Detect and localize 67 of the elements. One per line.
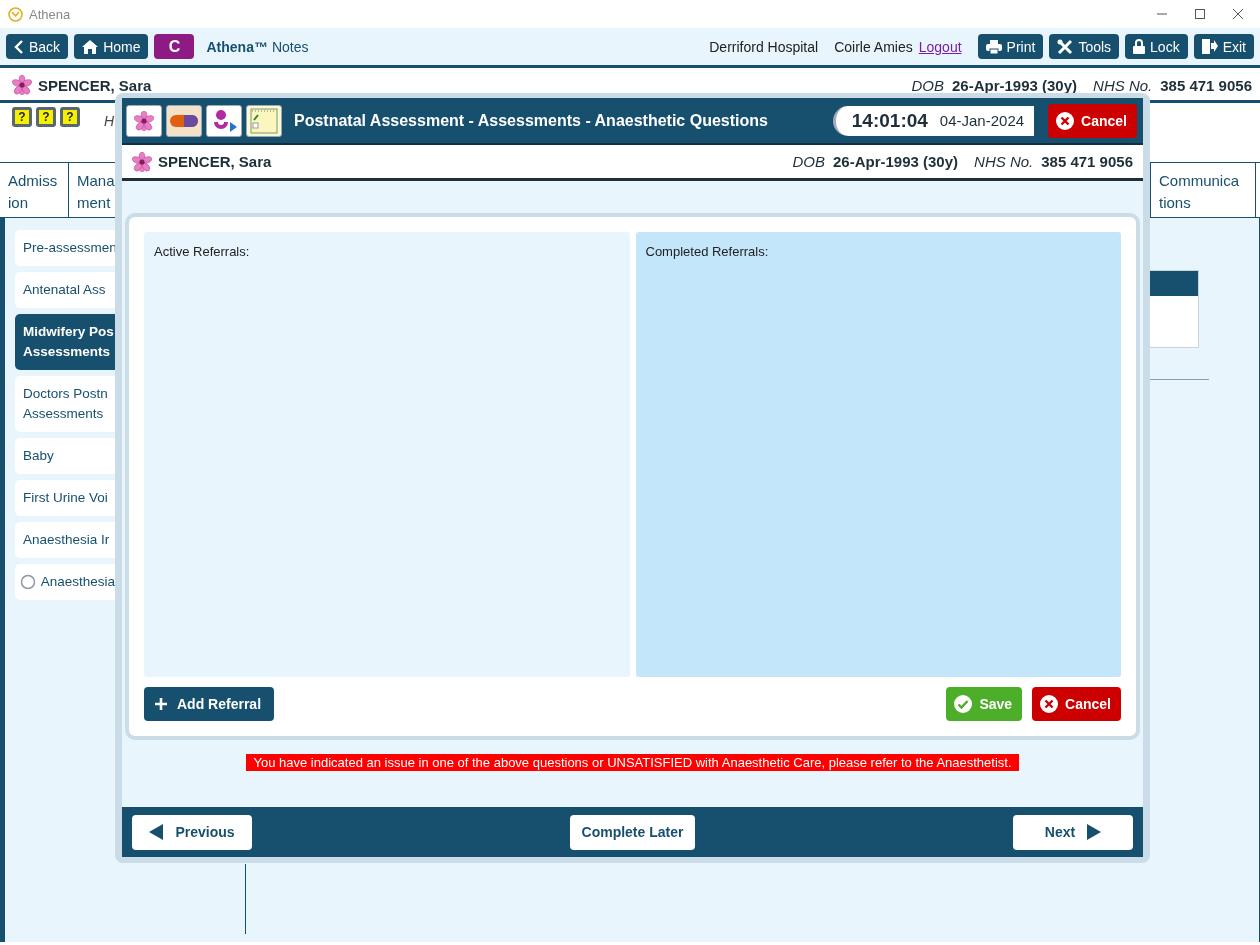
sidebar-item[interactable]: Midwifery Pos Assessments [15, 314, 115, 370]
tools-button[interactable]: Tools [1049, 34, 1120, 59]
triangle-right-icon [1087, 824, 1102, 840]
capsule-icon [170, 114, 198, 127]
time-text: 14:01:04 [851, 109, 928, 132]
lock-button[interactable]: Lock [1125, 34, 1188, 59]
close-circle-icon [1055, 110, 1076, 131]
cancel-button[interactable]: Cancel [1032, 687, 1121, 721]
exit-button[interactable]: Exit [1193, 34, 1254, 59]
notepad-icon [250, 107, 278, 134]
nhs-label: NHS No. [1093, 76, 1153, 94]
close-icon[interactable] [1232, 8, 1244, 20]
home-icon [82, 39, 99, 54]
user-name: Coirle Amies [834, 38, 913, 55]
next-button[interactable]: Next [1013, 814, 1133, 850]
app-suffix: Notes [271, 38, 309, 55]
exit-icon [1201, 39, 1218, 54]
window-title: Athena [29, 6, 71, 22]
cancel-button[interactable]: Cancel [1048, 103, 1137, 138]
hospital-name: Derriford Hospital [709, 38, 819, 55]
radio-button[interactable] [20, 574, 36, 590]
app-name: Athena™ [206, 38, 268, 55]
header-text: H [104, 113, 115, 129]
help-icon[interactable]: ? [12, 107, 32, 127]
user-badge[interactable]: C [154, 34, 195, 59]
maximize-icon[interactable] [1194, 8, 1206, 20]
flower-icon [132, 151, 152, 172]
patient-name: SPENCER, Sara [158, 153, 272, 170]
home-button[interactable]: Home [74, 34, 149, 59]
nhs-label: NHS No. [974, 153, 1034, 170]
panel-label: Completed Referrals: [645, 244, 769, 259]
nhs-number: 385 471 9056 [1160, 76, 1252, 94]
help-icon[interactable]: ? [60, 107, 80, 127]
patient-name: SPENCER, Sara [38, 76, 152, 94]
print-button[interactable]: Print [977, 34, 1044, 59]
complete-later-button[interactable]: Complete Later [569, 814, 696, 850]
check-circle-icon [953, 694, 974, 714]
back-button[interactable]: Back [6, 34, 69, 59]
tools-icon [1057, 38, 1074, 55]
sidebar-item[interactable]: First Urine Voi [15, 480, 115, 516]
sidebar-item[interactable]: Baby [15, 438, 115, 474]
lock-icon [1133, 39, 1146, 54]
sidebar-item[interactable]: Anaesthesia Ir [15, 522, 115, 558]
triangle-left-icon [149, 824, 164, 840]
dob-label: DOB [792, 153, 825, 170]
panel-label: Active Referrals: [154, 244, 250, 259]
plus-icon [155, 698, 167, 710]
dialog-title: Postnatal Assessment - Assessments - Anaesthetic Questions [294, 111, 769, 130]
printer-icon [985, 39, 1002, 54]
dob-value: 26-Apr-1993 (30y) [952, 76, 1078, 94]
tab[interactable]: Communica tions [1150, 163, 1256, 217]
warning-message: You have indicated an issue in one of the above questions or UNSATISFIED with Anaesthetic Care, please refer to the Anaesthetist. [246, 754, 1019, 771]
sidebar-item[interactable]: Doctors Postn Assessments [15, 376, 115, 432]
flower-icon [134, 110, 154, 131]
flower-icon [12, 75, 32, 95]
add-referral-button[interactable]: Add Referral [144, 687, 275, 721]
sidebar-item[interactable]: Antenatal Ass [15, 272, 115, 308]
close-circle-icon [1039, 694, 1060, 714]
help-icon[interactable]: ? [36, 107, 56, 127]
dob-label: DOB [911, 76, 944, 94]
previous-button[interactable]: Previous [132, 814, 252, 850]
chevron-left-icon [14, 39, 24, 54]
dob-value: 26-Apr-1993 (30y) [833, 153, 959, 170]
nhs-number: 385 471 9056 [1041, 153, 1133, 170]
app-logo-icon [8, 6, 23, 22]
logout-link[interactable]: Logout [918, 38, 962, 55]
date-text: 04-Jan-2024 [939, 112, 1025, 129]
